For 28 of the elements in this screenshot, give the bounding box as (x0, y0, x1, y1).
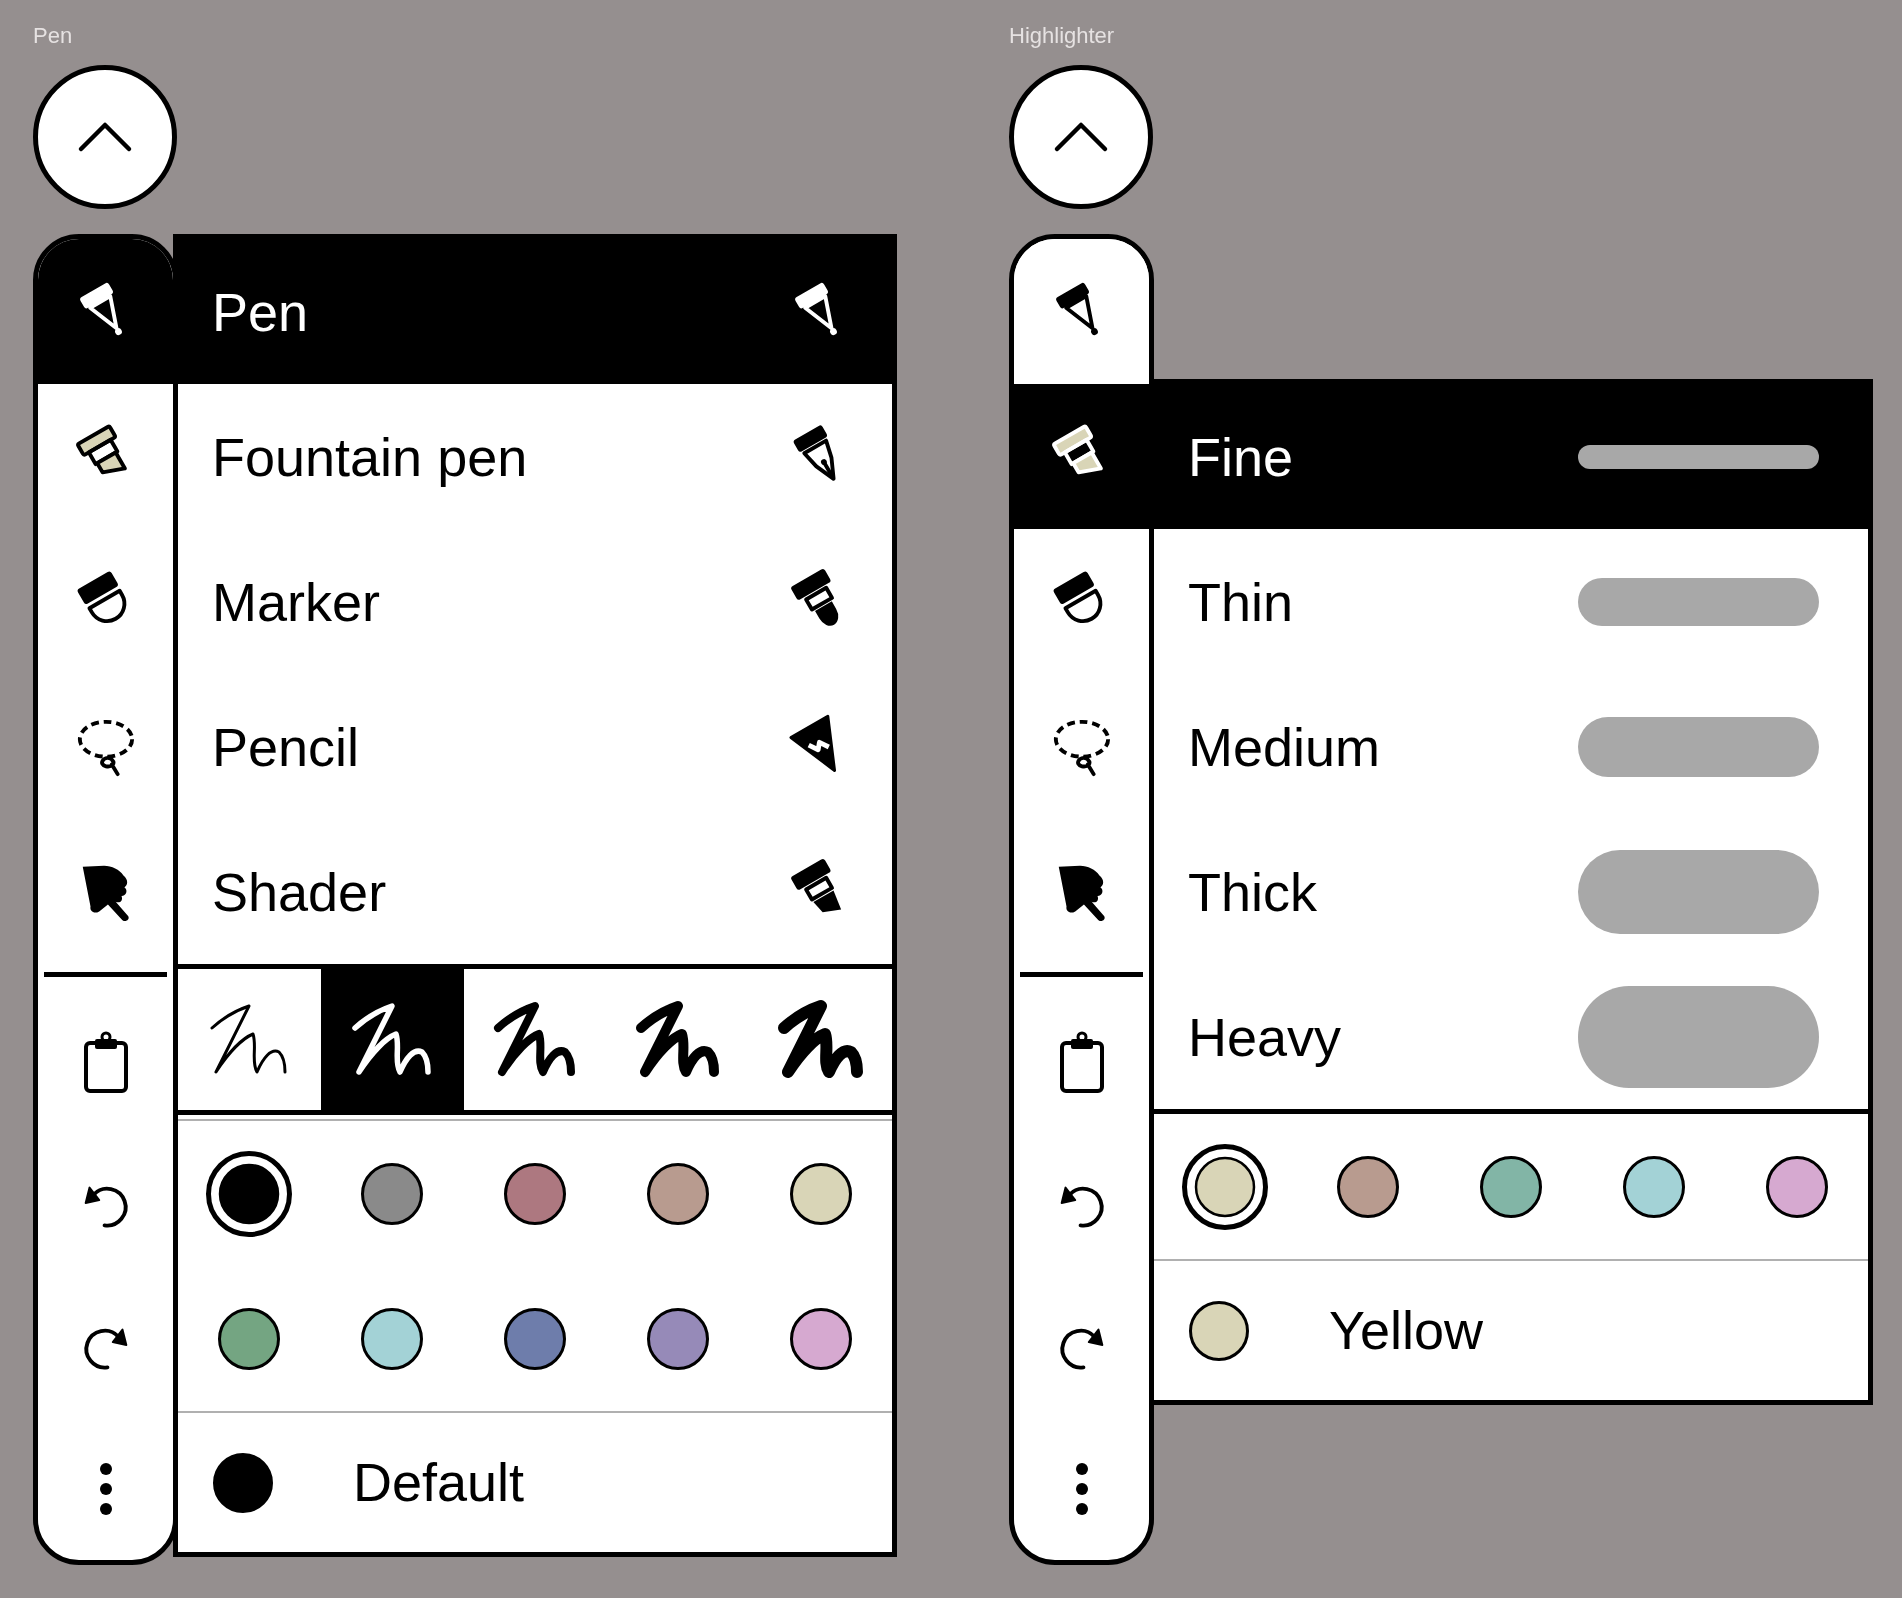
color-swatch[interactable] (504, 1162, 566, 1225)
more-icon[interactable] (1074, 1462, 1089, 1516)
color-swatch[interactable] (789, 1162, 852, 1225)
color-swatch[interactable] (1480, 1155, 1542, 1218)
more-icon[interactable] (98, 1462, 113, 1516)
chevron-up-icon (77, 121, 133, 153)
color-name: Default (353, 1451, 525, 1515)
panel-caption: Pen (33, 22, 73, 50)
panel-caption: Highlighter (1009, 22, 1115, 50)
color-swatch[interactable] (504, 1307, 566, 1370)
thickness-option[interactable]: Fine (1154, 384, 1868, 529)
scribble-icon (778, 1001, 863, 1078)
pen-type-option[interactable]: Pen (178, 239, 892, 384)
color-swatch[interactable] (789, 1307, 852, 1370)
color-swatch[interactable] (1182, 1143, 1269, 1230)
scribble-icon (493, 1001, 577, 1078)
color-swatch[interactable] (646, 1162, 709, 1225)
color-swatch[interactable] (218, 1307, 281, 1370)
chevron-up-icon (1053, 121, 1109, 153)
scribble-icon (635, 1001, 720, 1078)
color-swatch[interactable] (646, 1307, 709, 1370)
color-name: Yellow (1329, 1299, 1484, 1363)
color-swatch[interactable] (1337, 1155, 1400, 1218)
color-swatch[interactable] (361, 1307, 424, 1370)
color-swatch[interactable] (361, 1162, 424, 1225)
color-swatch[interactable] (1622, 1155, 1685, 1218)
color-swatch[interactable] (206, 1150, 293, 1237)
color-swatch[interactable] (1765, 1155, 1828, 1218)
